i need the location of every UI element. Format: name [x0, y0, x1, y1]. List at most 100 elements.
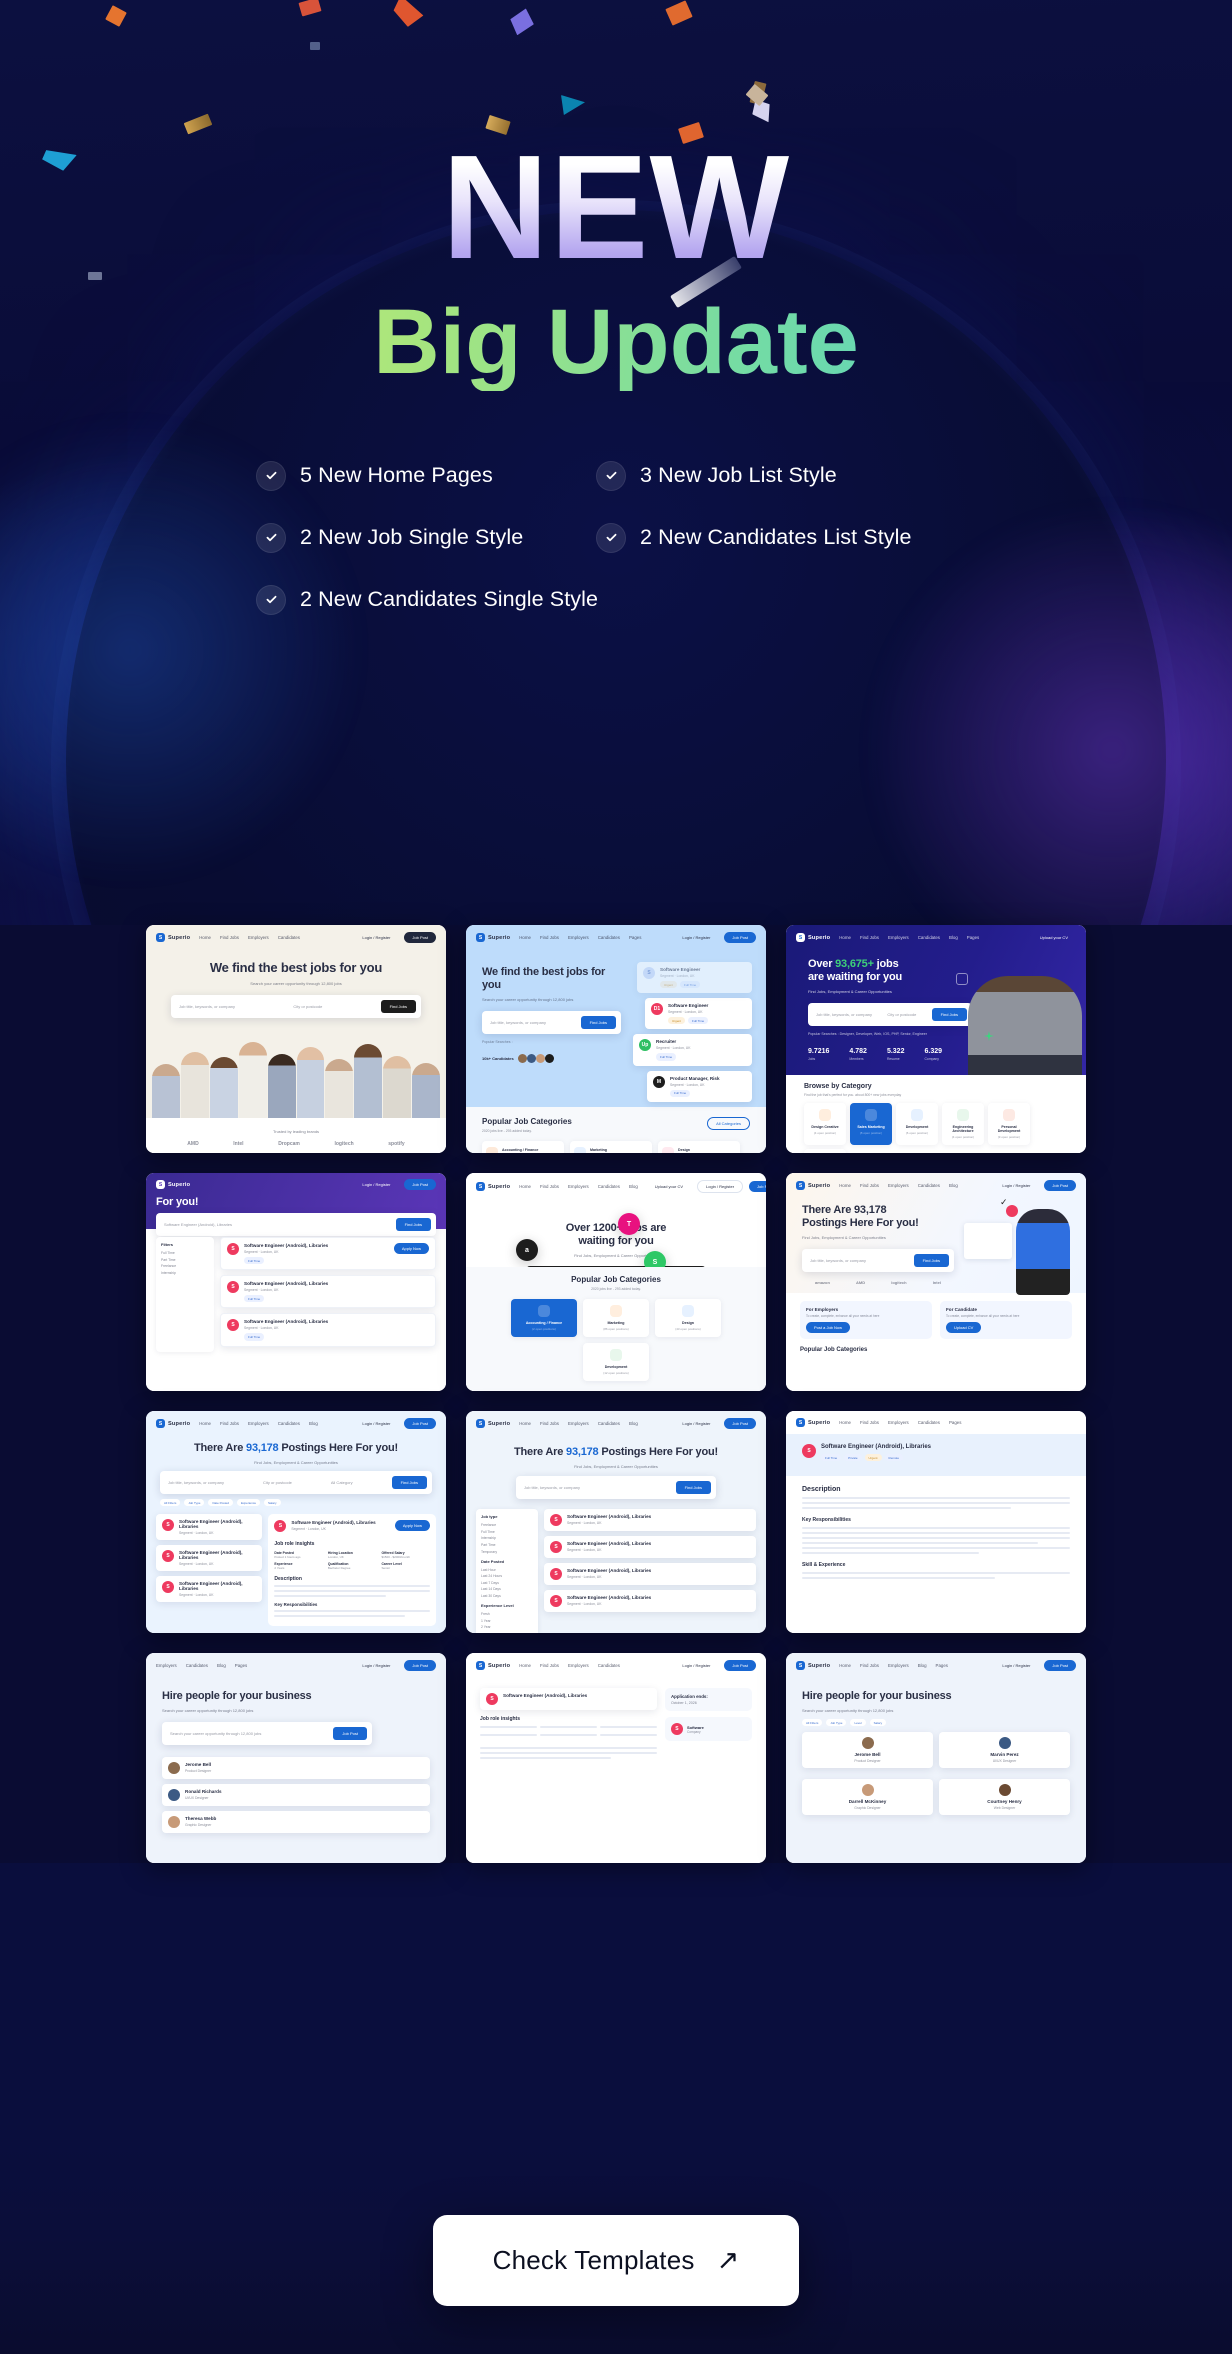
- template-thumbnail[interactable]: S Superio Home Find Jobs Employers Candi…: [786, 925, 1086, 1153]
- filter-chip[interactable]: Job Type: [184, 1499, 205, 1507]
- template-thumbnail[interactable]: S Superio Home Find Jobs Employers Candi…: [466, 1173, 766, 1391]
- nav-item[interactable]: Pages: [949, 1420, 961, 1425]
- login-register-button[interactable]: Login / Register: [994, 1660, 1038, 1671]
- nav-item[interactable]: Blog: [217, 1663, 226, 1668]
- candidate-card[interactable]: For Candidate To create, complete, enhan…: [940, 1301, 1072, 1340]
- filter-option[interactable]: Fresh: [481, 1612, 533, 1616]
- candidate-card[interactable]: Darrell McKinney Graphic Designer: [802, 1779, 933, 1816]
- login-register-button[interactable]: Login / Register: [354, 1179, 398, 1190]
- job-card[interactable]: S Software Engineer Segment · London, UK…: [637, 962, 752, 994]
- template-thumbnail[interactable]: S Superio Home Find Jobs Employers Candi…: [146, 925, 446, 1153]
- nav-item[interactable]: Blog: [629, 1421, 638, 1426]
- filter-chip[interactable]: Salary: [264, 1499, 281, 1507]
- find-jobs-button[interactable]: Find Jobs: [395, 1218, 431, 1232]
- candidate-card[interactable]: Marvin Perez UI/UX Designer: [939, 1732, 1070, 1769]
- nav-item[interactable]: Find Jobs: [540, 935, 559, 940]
- candidate-search-bar[interactable]: Search your career opportunity through 1…: [162, 1722, 372, 1746]
- filter-option[interactable]: Freelance: [481, 1523, 533, 1527]
- filter-chip[interactable]: Experience: [236, 1499, 260, 1507]
- nav-item[interactable]: Employers: [248, 1421, 269, 1426]
- filter-option[interactable]: Last 24 Hours: [481, 1574, 533, 1578]
- filter-option[interactable]: Freelance: [161, 1264, 209, 1268]
- search-job-input[interactable]: Job title, keywords, or company: [816, 1012, 879, 1017]
- employer-card[interactable]: For Employers To create, complete, enhan…: [800, 1301, 932, 1340]
- nav-item[interactable]: Employers: [156, 1663, 177, 1668]
- filter-option[interactable]: Part Time: [481, 1543, 533, 1547]
- filter-option[interactable]: Part Time: [161, 1258, 209, 1262]
- nav-item[interactable]: Candidates: [598, 1421, 620, 1426]
- template-thumbnail[interactable]: Employers Candidates Blog Pages Login / …: [146, 1653, 446, 1863]
- category-card[interactable]: Design(43 open positions): [658, 1140, 740, 1153]
- category-card[interactable]: Marketing (86 open positions): [583, 1299, 649, 1337]
- category-card[interactable]: Design Creative (4 open position): [804, 1103, 846, 1145]
- nav-item[interactable]: Blog: [918, 1663, 927, 1668]
- candidate-card[interactable]: Courtney Henry Web Designer: [939, 1779, 1070, 1816]
- job-search-bar[interactable]: Job title, keywords, or company City or …: [160, 1471, 432, 1495]
- job-search-bar[interactable]: Job title, keywords, or company Find Job…: [802, 1249, 954, 1273]
- nav-item[interactable]: Home: [519, 935, 531, 940]
- search-city-input[interactable]: City or postcode: [263, 1480, 323, 1485]
- nav-item[interactable]: Home: [839, 935, 851, 940]
- category-card[interactable]: Accounting / Finance(2 open positions): [482, 1140, 564, 1153]
- nav-item[interactable]: Employers: [888, 935, 909, 940]
- filter-chip[interactable]: All Filters: [160, 1499, 181, 1507]
- find-jobs-button[interactable]: Find Jobs: [580, 1016, 616, 1030]
- nav-item[interactable]: Candidates: [278, 1421, 300, 1426]
- job-card[interactable]: D1 Software Engineer Segment · London, U…: [645, 998, 752, 1030]
- filter-sidebar[interactable]: Filters Full Time Part Time Freelance In…: [156, 1237, 214, 1352]
- nav-item[interactable]: Candidates: [598, 935, 620, 940]
- template-thumbnail[interactable]: S Superio Home Find Jobs Employers Candi…: [466, 1411, 766, 1633]
- filter-sidebar[interactable]: Job type Freelance Full Time Internship …: [476, 1509, 538, 1633]
- search-job-input[interactable]: Software Engineer (Android), Libraries: [164, 1222, 388, 1227]
- filter-option[interactable]: 1 Year: [481, 1619, 533, 1623]
- job-post-button[interactable]: Job Post: [404, 1179, 436, 1190]
- upload-cv-button[interactable]: Upload your CV: [647, 1181, 691, 1192]
- login-register-button[interactable]: Login / Register: [994, 1180, 1038, 1191]
- candidate-card[interactable]: Jerome Bell Product Designer: [802, 1732, 933, 1769]
- template-thumbnail[interactable]: S Superio Home Find Jobs Employers Candi…: [466, 925, 766, 1153]
- nav-item[interactable]: Candidates: [278, 935, 300, 940]
- nav-item[interactable]: Find Jobs: [540, 1421, 559, 1426]
- nav-item[interactable]: Candidates: [186, 1663, 208, 1668]
- nav-item[interactable]: Home: [519, 1663, 531, 1668]
- nav-item[interactable]: Blog: [629, 1184, 638, 1189]
- category-card-active[interactable]: Accounting / Finance (2 open positions): [511, 1299, 577, 1337]
- job-card[interactable]: S Software Engineer (Android), Libraries…: [544, 1590, 756, 1613]
- find-jobs-button[interactable]: Find Jobs: [675, 1481, 711, 1495]
- search-job-input[interactable]: Job title, keywords, or company: [810, 1258, 906, 1263]
- job-post-button[interactable]: Job Post: [724, 932, 756, 943]
- job-card[interactable]: S Software Engineer (Android), Libraries…: [544, 1563, 756, 1586]
- nav-item[interactable]: Home: [199, 1421, 211, 1426]
- nav-item[interactable]: Employers: [568, 1663, 589, 1668]
- job-card[interactable]: S Software Engineer (Android), Libraries…: [544, 1509, 756, 1532]
- filter-option[interactable]: Last Hour: [481, 1568, 533, 1572]
- login-register-button[interactable]: Login / Register: [697, 1180, 744, 1193]
- filter-chip[interactable]: Date Posted: [208, 1499, 233, 1507]
- job-card[interactable]: S Software Engineer (Android), Libraries…: [156, 1545, 263, 1572]
- job-post-button[interactable]: Job Post: [724, 1418, 756, 1429]
- nav-item[interactable]: Pages: [967, 935, 979, 940]
- job-card[interactable]: S Software Engineer (Android), Libraries…: [220, 1275, 436, 1309]
- nav-item[interactable]: Candidates: [918, 935, 940, 940]
- nav-item[interactable]: Find Jobs: [540, 1663, 559, 1668]
- nav-item[interactable]: Find Jobs: [860, 1663, 879, 1668]
- nav-item[interactable]: Blog: [949, 935, 958, 940]
- nav-item[interactable]: Employers: [568, 1421, 589, 1426]
- nav-item[interactable]: Home: [839, 1183, 851, 1188]
- login-register-button[interactable]: Login / Register: [674, 932, 718, 943]
- nav-item[interactable]: Home: [839, 1420, 851, 1425]
- nav-item[interactable]: Find Jobs: [860, 935, 879, 940]
- filter-chip[interactable]: Salary: [869, 1719, 887, 1727]
- job-card-selected[interactable]: S Software Engineer (Android), Libraries…: [274, 1520, 430, 1537]
- job-search-bar[interactable]: Job title, keywords, or company City or …: [808, 1003, 972, 1027]
- category-card[interactable]: Engineering Architecture (4 open position…: [942, 1103, 984, 1145]
- template-thumbnail[interactable]: S Superio Login / Register Job Post For …: [146, 1173, 446, 1391]
- nav-item[interactable]: Employers: [568, 935, 589, 940]
- nav-item[interactable]: Candidates: [598, 1663, 620, 1668]
- search-button[interactable]: Job Post: [333, 1727, 367, 1741]
- search-job-input[interactable]: Job title, keywords, or company: [179, 1004, 285, 1009]
- candidate-card[interactable]: Ronald Richards UI/UX Designer: [162, 1784, 430, 1807]
- job-card[interactable]: S Software Engineer (Android), Libraries…: [544, 1536, 756, 1559]
- nav-item[interactable]: Blog: [309, 1421, 318, 1426]
- job-card[interactable]: Up Recruiter Segment · London, UK Full T…: [633, 1034, 752, 1066]
